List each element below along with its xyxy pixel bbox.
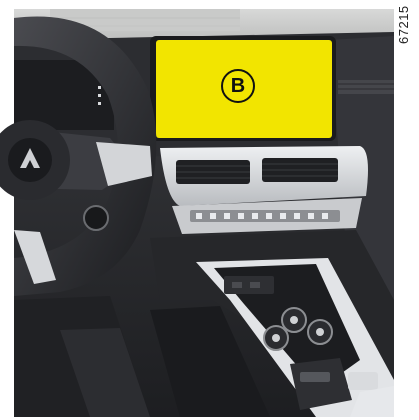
reference-code: 67215 (396, 5, 411, 44)
screen-callout-badge: B (221, 69, 255, 103)
gear-selector-switch (300, 372, 330, 382)
right-air-vent (338, 80, 394, 94)
dashboard-illustration: B 67215 (0, 0, 419, 420)
dashboard-svg (0, 0, 419, 420)
parking-brake-button (348, 372, 378, 390)
start-button-icon (83, 205, 109, 231)
usb-ports (224, 276, 274, 294)
